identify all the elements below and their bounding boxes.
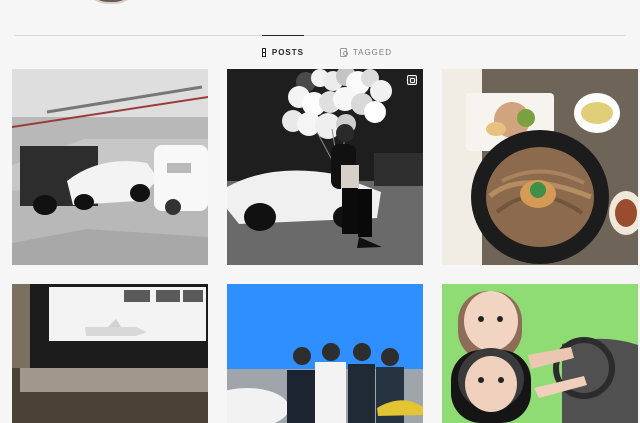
post-garage-cars[interactable]: [12, 69, 208, 265]
tab-posts-label: POSTS: [271, 48, 304, 57]
grid-icon: [262, 48, 266, 57]
noodle-meal-image: [442, 69, 638, 265]
posts-grid: [12, 69, 638, 423]
balloons-supercar-image: [227, 69, 423, 265]
instagram-profile-page: POSTS TAGGED: [0, 0, 640, 423]
multiple-posts-icon: [407, 75, 417, 85]
profile-tabs: POSTS TAGGED: [0, 35, 640, 69]
tag-icon: [340, 48, 348, 57]
car-selfie-image: [442, 284, 638, 423]
tab-posts[interactable]: POSTS: [262, 35, 304, 69]
post-noodle-meal[interactable]: [442, 69, 638, 265]
post-airport-group[interactable]: [227, 284, 423, 423]
tab-tagged-label: TAGGED: [352, 48, 392, 57]
airport-group-image: [227, 284, 423, 423]
garage-cars-image: [12, 69, 208, 265]
post-balloons-supercar[interactable]: [227, 69, 423, 265]
tab-tagged[interactable]: TAGGED: [340, 36, 392, 69]
profile-avatar[interactable]: [82, 0, 140, 4]
post-car-selfie[interactable]: [442, 284, 638, 423]
post-airplane-screen[interactable]: [12, 284, 208, 423]
airplane-screen-image: [12, 284, 208, 423]
